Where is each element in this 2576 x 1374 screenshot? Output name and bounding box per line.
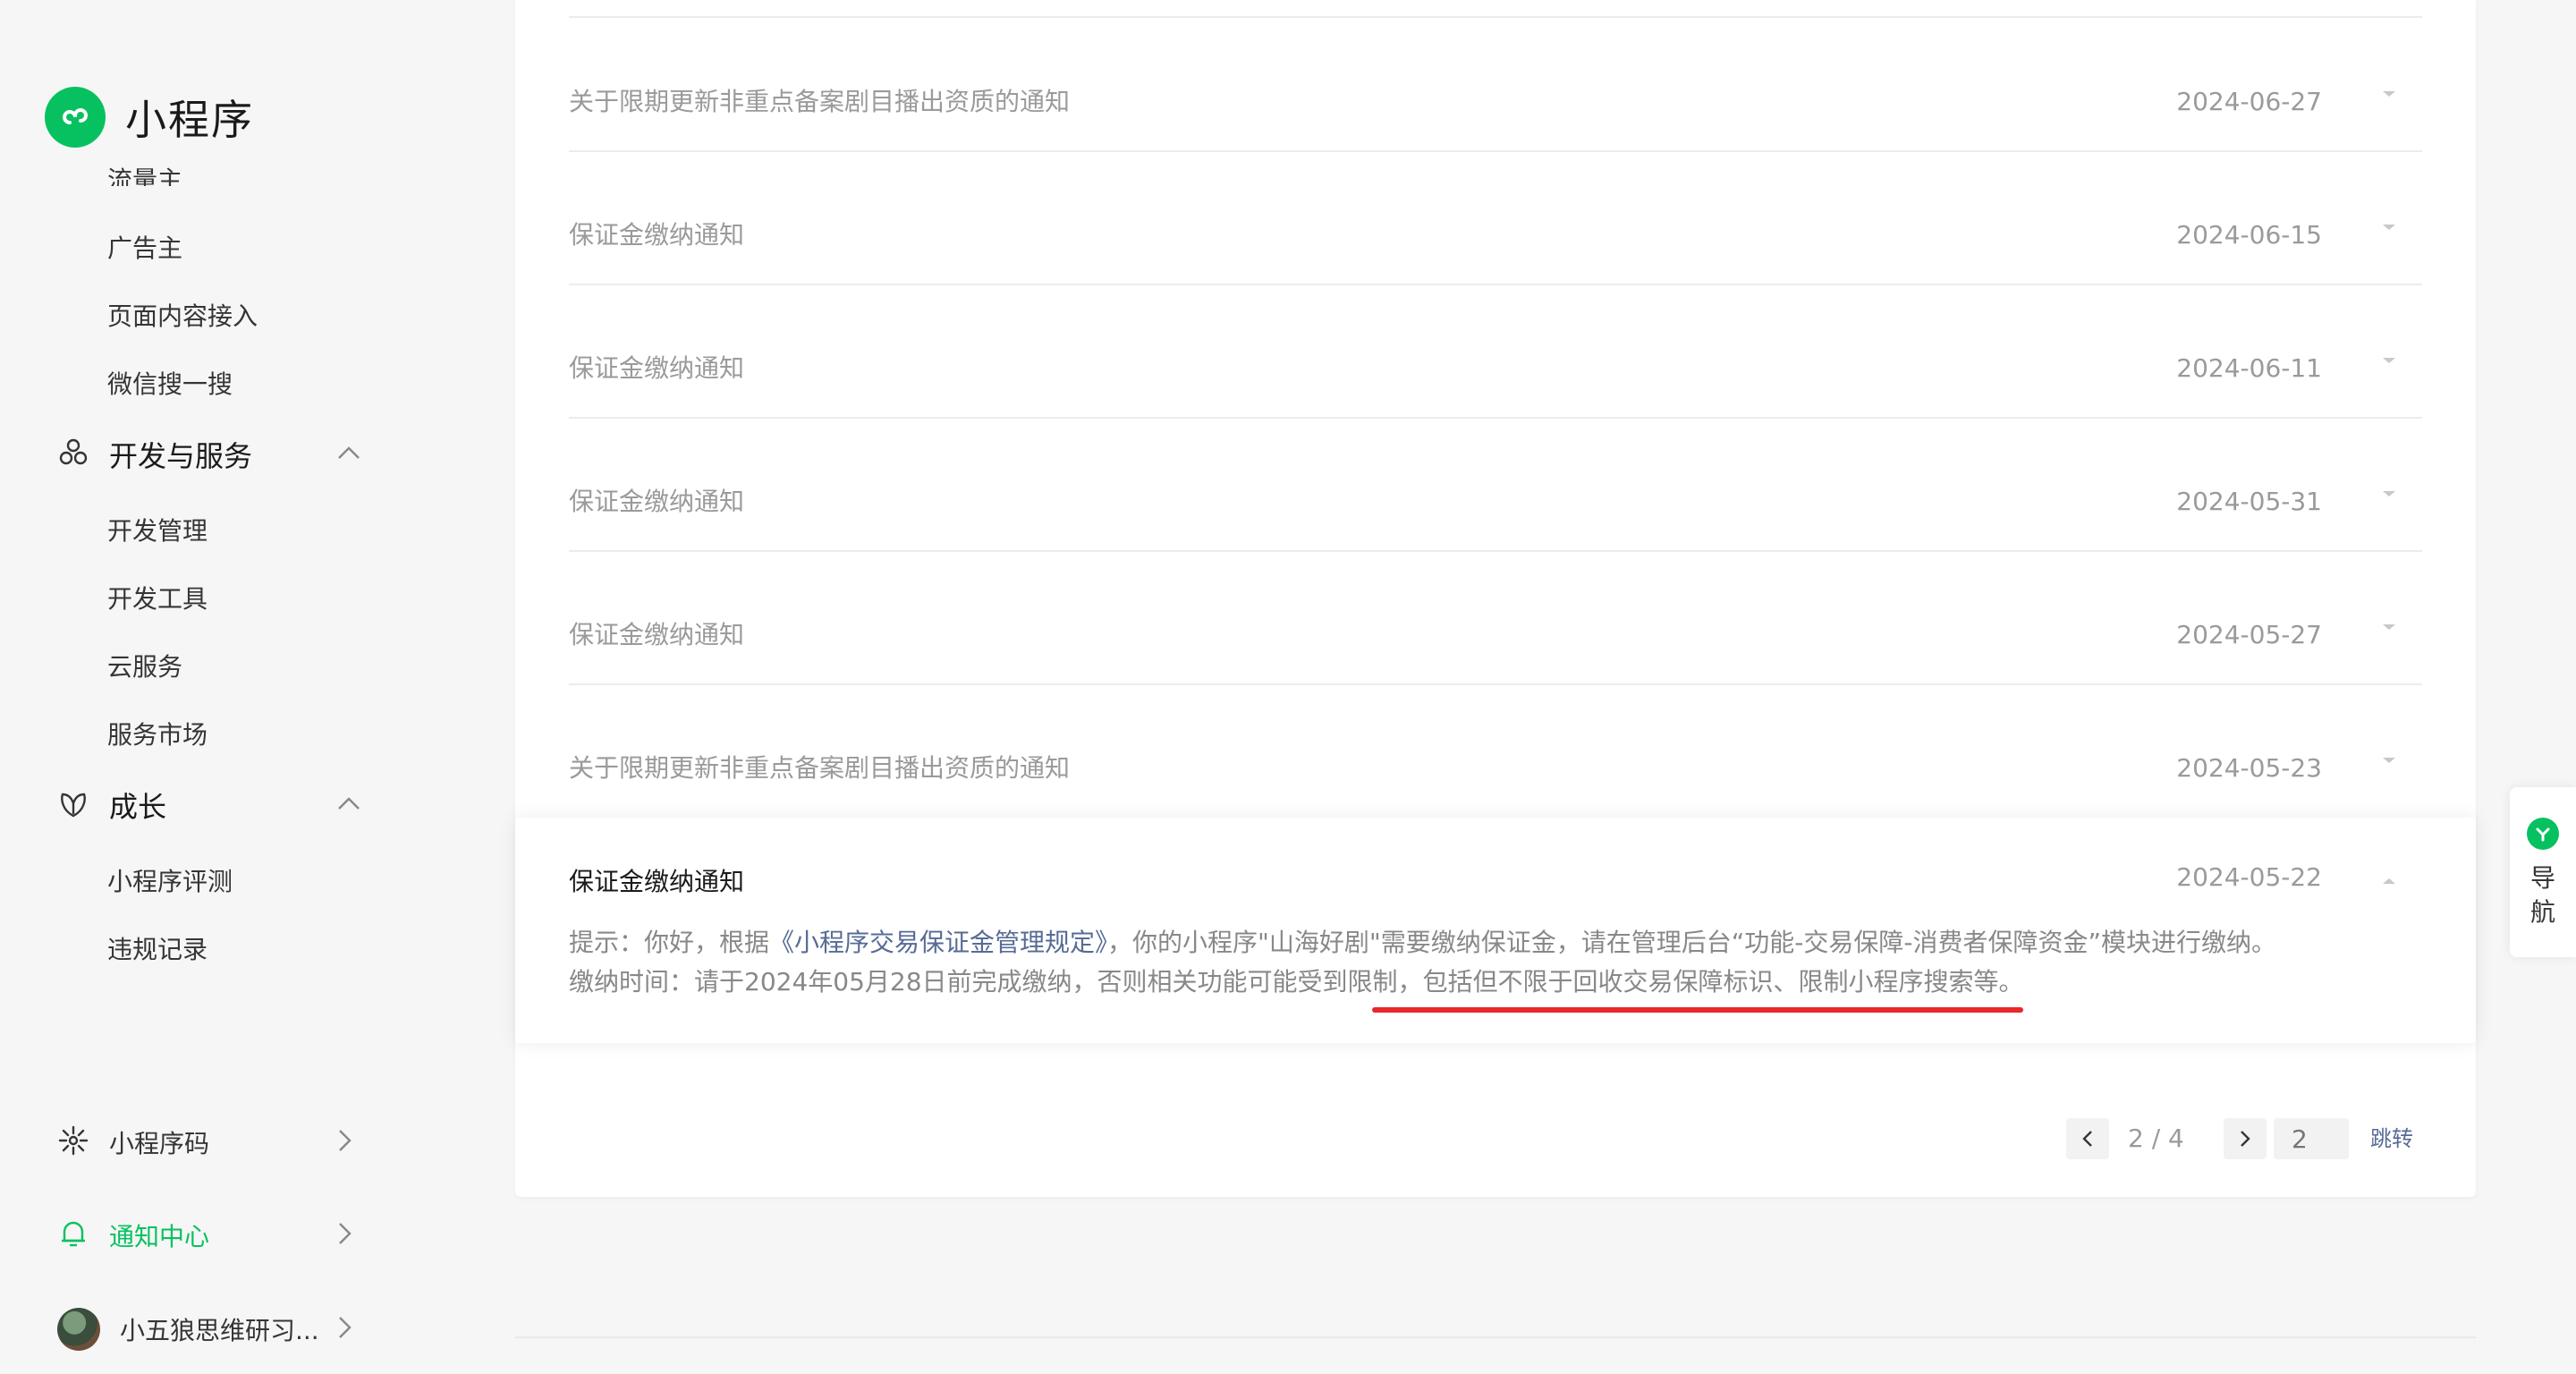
sidebar-group-label: 成长 — [109, 790, 167, 824]
nav-icon — [2527, 818, 2559, 850]
sidebar-item-dev-tools[interactable]: 开发工具 — [107, 580, 208, 615]
avatar — [57, 1308, 100, 1351]
sidebar-item-qrcode[interactable]: 小程序码 — [57, 1122, 352, 1163]
jump-button[interactable]: 跳转 — [2370, 1118, 2413, 1159]
miniprogram-logo-icon — [45, 87, 106, 148]
notice-body-line-1: 提示：你好，根据《小程序交易保证金管理规定》，你的小程序"山海好剧"需要缴纳保证… — [569, 928, 2277, 957]
sidebar-item-evaluation[interactable]: 小程序评测 — [107, 862, 233, 898]
prev-page-button[interactable] — [2066, 1118, 2109, 1159]
divider — [515, 1336, 2476, 1338]
sidebar-group-growth[interactable]: 成长 — [57, 785, 361, 825]
sidebar-notify-label: 通知中心 — [109, 1222, 210, 1251]
chevron-right-icon — [336, 1221, 352, 1250]
expand-arrow-icon[interactable] — [2383, 758, 2395, 763]
chevron-right-icon — [336, 1128, 352, 1157]
brand[interactable]: 小程序 — [45, 86, 254, 148]
floating-nav-label: 航 — [2529, 897, 2555, 927]
floating-nav-button[interactable]: 导 航 — [2510, 787, 2576, 957]
notice-row[interactable]: 保证金缴纳通知 2024-05-27 — [569, 551, 2422, 685]
expand-arrow-icon[interactable] — [2383, 225, 2395, 230]
expand-arrow-icon[interactable] — [2383, 91, 2395, 97]
notice-title: 保证金缴纳通知 — [569, 867, 745, 896]
notice-row[interactable]: 保证金缴纳通知 2024-05-31 — [569, 418, 2422, 552]
chevron-right-icon — [2241, 1131, 2250, 1147]
highlight-underline — [1372, 1007, 2023, 1013]
sidebar-item-advertiser[interactable]: 广告主 — [107, 229, 182, 265]
expand-arrow-icon[interactable] — [2383, 491, 2395, 496]
notice-row[interactable]: 关于限期更新非重点备案剧目播出资质的通知 2024-05-23 — [569, 684, 2422, 817]
next-page-button[interactable] — [2224, 1118, 2267, 1159]
chevron-up-icon[interactable] — [336, 795, 361, 815]
sidebar-item-traffic-owner[interactable]: 流量主 — [107, 150, 286, 186]
notice-row-expanded[interactable]: 保证金缴纳通知 2024-05-22 提示：你好，根据《小程序交易保证金管理规定… — [515, 818, 2476, 1043]
page-indicator: 2 / 4 — [2128, 1124, 2184, 1153]
notice-row[interactable]: 保证金缴纳通知 2024-06-15 — [569, 151, 2422, 285]
qrcode-icon — [57, 1124, 89, 1160]
cluster-icon — [57, 437, 89, 472]
sidebar-item-cloud-service[interactable]: 云服务 — [107, 648, 182, 683]
expand-arrow-icon[interactable] — [2383, 624, 2395, 630]
rules-link[interactable]: 《小程序交易保证金管理规定》 — [769, 928, 1107, 957]
sidebar: 小程序 流量主 广告主 页面内容接入 微信搜一搜 开发与服务 开发管理 开发工具… — [0, 0, 501, 1374]
notice-body-line-2: 缴纳时间：请于2024年05月28日前完成缴纳，否则相关功能可能受到限制，包括但… — [569, 967, 2024, 997]
notice-row[interactable]: 保证金缴纳通知 2024-06-11 — [569, 284, 2422, 419]
brand-title: 小程序 — [125, 96, 254, 144]
page-number-input[interactable] — [2274, 1118, 2349, 1159]
chevron-right-icon — [336, 1315, 352, 1344]
chevron-left-icon — [2082, 1131, 2092, 1147]
bell-icon — [57, 1217, 89, 1253]
collapse-arrow-icon[interactable] — [2383, 878, 2395, 884]
sidebar-group-dev-services[interactable]: 开发与服务 — [57, 435, 361, 474]
floating-nav-label: 导 — [2529, 863, 2555, 893]
sidebar-item-dev-management[interactable]: 开发管理 — [107, 512, 208, 547]
sidebar-item-page-content[interactable]: 页面内容接入 — [107, 297, 258, 333]
expand-arrow-icon[interactable] — [2383, 358, 2395, 363]
sidebar-item-service-market[interactable]: 服务市场 — [107, 716, 208, 751]
sidebar-item-notification-center[interactable]: 通知中心 — [57, 1215, 352, 1256]
notice-row[interactable]: 关于限期更新非重点备案剧目播出资质的通知 2024-06-27 — [569, 18, 2422, 152]
growth-icon — [57, 787, 89, 823]
sidebar-item-violation-records[interactable]: 违规记录 — [107, 930, 208, 966]
sidebar-group-label: 开发与服务 — [109, 439, 253, 473]
notice-list-card: 关于限期更新非重点备案剧目播出资质的通知 2024-06-27 保证金缴纳通知 … — [515, 0, 2476, 1197]
chevron-up-icon[interactable] — [336, 445, 361, 464]
sidebar-user-account[interactable]: 小五狼思维研习... — [57, 1308, 352, 1351]
sidebar-item-wechat-search[interactable]: 微信搜一搜 — [107, 365, 233, 401]
sidebar-qrcode-label: 小程序码 — [109, 1129, 210, 1158]
notice-date: 2024-05-22 — [2176, 862, 2322, 892]
sidebar-user-label: 小五狼思维研习... — [120, 1316, 319, 1345]
